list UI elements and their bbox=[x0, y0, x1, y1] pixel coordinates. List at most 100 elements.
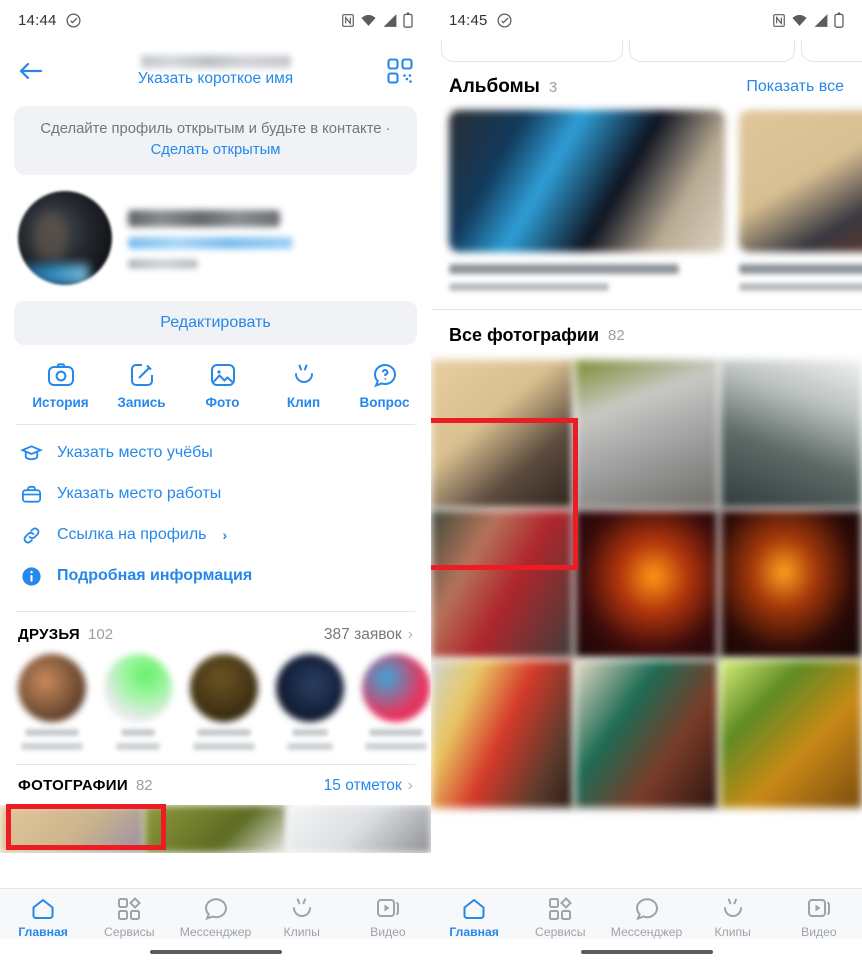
album-thumbnail bbox=[449, 110, 725, 252]
photo-grid-cell[interactable] bbox=[575, 510, 718, 658]
friends-avatar-strip bbox=[0, 653, 431, 750]
friend-sub-redacted bbox=[193, 742, 255, 750]
album-thumbnail bbox=[739, 110, 862, 252]
quick-actions-row: История Запись Фото Клип Вопрос bbox=[0, 345, 431, 416]
nav-label: Клипы bbox=[283, 925, 320, 939]
friend-name-redacted bbox=[369, 728, 423, 736]
action-post[interactable]: Запись bbox=[101, 361, 182, 410]
chevron-right-icon: › bbox=[407, 776, 413, 794]
edit-profile-button[interactable]: Редактировать bbox=[14, 300, 417, 345]
profile-header: Указать короткое имя bbox=[0, 40, 431, 102]
friend-sub-redacted bbox=[116, 742, 160, 750]
nav-label: Главная bbox=[449, 925, 499, 939]
wifi-icon bbox=[792, 14, 807, 26]
album-meta-redacted bbox=[739, 283, 862, 291]
album-card[interactable] bbox=[739, 110, 862, 291]
chat-bubble-icon bbox=[204, 898, 227, 921]
info-item-detailed[interactable]: Подробная информация bbox=[0, 556, 431, 597]
friends-requests-link[interactable]: 387 заявок › bbox=[324, 626, 413, 644]
nav-item-home[interactable]: Главная bbox=[0, 896, 86, 939]
video-icon bbox=[376, 899, 399, 917]
nav-item-services[interactable]: Сервисы bbox=[517, 896, 603, 939]
profile-text-block bbox=[128, 206, 293, 270]
action-history[interactable]: История bbox=[20, 361, 101, 410]
nav-item-video[interactable]: Видео bbox=[345, 896, 431, 939]
photo-thumb[interactable] bbox=[287, 804, 431, 853]
avatar[interactable] bbox=[18, 190, 112, 285]
status-time: 14:45 bbox=[449, 11, 488, 29]
nav-item-home[interactable]: Главная bbox=[431, 896, 517, 939]
photos-section-header[interactable]: ФОТОГРАФИИ 82 15 отметок › bbox=[0, 765, 431, 803]
set-short-name-link[interactable]: Указать короткое имя bbox=[138, 70, 293, 88]
photo-grid-cell[interactable] bbox=[719, 660, 862, 808]
chat-bubble-icon bbox=[635, 898, 658, 921]
graduation-cap-icon bbox=[20, 445, 43, 461]
back-arrow-icon[interactable] bbox=[16, 56, 46, 86]
show-all-albums-link[interactable]: Показать все bbox=[746, 78, 844, 96]
action-question[interactable]: Вопрос bbox=[344, 361, 425, 410]
clock-icon bbox=[65, 12, 82, 29]
album-meta-redacted bbox=[449, 283, 609, 291]
friends-section-header[interactable]: ДРУЗЬЯ 102 387 заявок › bbox=[0, 612, 431, 654]
home-bar[interactable] bbox=[580, 949, 713, 955]
action-photo[interactable]: Фото bbox=[182, 361, 263, 410]
nav-item-messenger[interactable]: Мессенджер bbox=[603, 896, 689, 939]
friend-name-redacted bbox=[292, 728, 328, 736]
dual-screenshot-container: 14:44 Указать короткое имя Сделайте проф… bbox=[0, 0, 862, 965]
profile-summary-row bbox=[0, 175, 431, 293]
list-item[interactable] bbox=[102, 653, 174, 750]
photo-grid-cell[interactable] bbox=[431, 660, 574, 808]
status-time: 14:44 bbox=[18, 11, 57, 29]
right-screen-photos: 14:45 Альбомы 3 Показать все Все фотогра… bbox=[431, 0, 862, 965]
home-bar[interactable] bbox=[149, 949, 282, 955]
section-count: 82 bbox=[135, 777, 153, 795]
photo-marks-link[interactable]: 15 отметок › bbox=[324, 777, 413, 795]
albums-section-header: Альбомы 3 Показать все bbox=[431, 62, 862, 110]
action-clip[interactable]: Клип bbox=[263, 361, 344, 410]
info-item-label: Указать место учёбы bbox=[57, 444, 213, 462]
pencil-square-icon bbox=[130, 363, 153, 386]
tab-strip-peek bbox=[431, 16, 862, 62]
list-item[interactable] bbox=[16, 653, 88, 750]
photo-grid-cell[interactable] bbox=[719, 360, 862, 508]
list-item[interactable] bbox=[360, 653, 431, 750]
album-card[interactable] bbox=[449, 110, 725, 291]
section-count: 82 bbox=[608, 327, 625, 344]
profile-name-redacted bbox=[128, 210, 280, 228]
services-grid-icon bbox=[549, 897, 573, 920]
nav-item-video[interactable]: Видео bbox=[776, 896, 862, 939]
avatar bbox=[362, 653, 430, 722]
photo-grid-cell[interactable] bbox=[575, 360, 718, 508]
nav-item-clips[interactable]: Клипы bbox=[259, 896, 345, 939]
info-item-label: Указать место работы bbox=[57, 485, 222, 503]
home-indicator bbox=[0, 939, 431, 965]
info-item-work[interactable]: Указать место работы bbox=[0, 474, 431, 515]
photo-grid-cell[interactable] bbox=[575, 660, 718, 808]
nav-label: Клипы bbox=[714, 925, 751, 939]
list-item[interactable] bbox=[188, 653, 260, 750]
list-item[interactable] bbox=[274, 653, 346, 750]
photo-grid-cell[interactable] bbox=[719, 510, 862, 658]
friend-sub-redacted bbox=[21, 742, 83, 750]
nav-item-clips[interactable]: Клипы bbox=[690, 896, 776, 939]
friend-name-redacted bbox=[25, 728, 79, 736]
albums-carousel[interactable] bbox=[431, 110, 862, 291]
avatar bbox=[276, 653, 344, 722]
avatar bbox=[104, 653, 172, 722]
wifi-icon bbox=[361, 14, 376, 26]
briefcase-icon bbox=[21, 485, 42, 503]
nav-label: Видео bbox=[801, 925, 837, 939]
battery-icon bbox=[403, 12, 413, 28]
nav-label: Мессенджер bbox=[610, 925, 683, 939]
friend-sub-redacted bbox=[365, 742, 427, 750]
all-photos-section-header: Все фотографии 82 bbox=[431, 310, 862, 360]
friend-name-redacted bbox=[121, 728, 155, 736]
clips-icon bbox=[292, 898, 311, 917]
nav-item-messenger[interactable]: Мессенджер bbox=[172, 896, 258, 939]
nav-item-services[interactable]: Сервисы bbox=[86, 896, 172, 939]
info-item-profile-link[interactable]: Ссылка на профиль › bbox=[0, 515, 431, 556]
info-item-education[interactable]: Указать место учёбы bbox=[0, 433, 431, 474]
make-open-link[interactable]: Сделать открытым bbox=[151, 142, 281, 158]
qr-code-icon[interactable] bbox=[385, 56, 415, 86]
home-icon bbox=[463, 899, 485, 919]
